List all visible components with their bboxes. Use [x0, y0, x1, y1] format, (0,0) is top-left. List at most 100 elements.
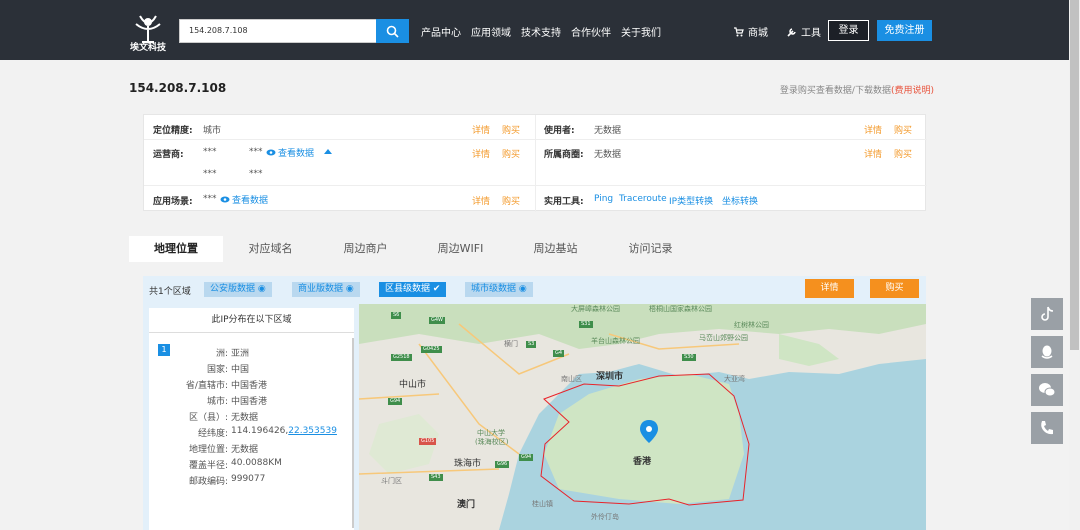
tab-bar: 地理位置 对应域名 周边商户 周边WIFI 周边基站 访问记录: [129, 236, 940, 262]
info-row-precision: [144, 115, 927, 140]
isp-detail-link[interactable]: 详情: [472, 147, 490, 160]
scrollbar-thumb[interactable]: [1070, 0, 1079, 350]
nav-item-applications[interactable]: 应用领域: [471, 24, 511, 39]
circle-detail-link[interactable]: 详情: [864, 147, 882, 160]
map-canvas[interactable]: [359, 304, 926, 530]
scene-view-data-label: 查看数据: [232, 196, 269, 206]
wechat-button[interactable]: [1031, 374, 1063, 406]
row-country: 国家: 中国: [149, 362, 354, 376]
tools-label: 工具: [801, 28, 821, 39]
fee-info-link[interactable]: (费用说明): [891, 86, 934, 96]
phone-button[interactable]: [1031, 412, 1063, 444]
precision-value: 城市: [203, 126, 222, 136]
qq-icon: [1041, 345, 1053, 359]
isp-value-2: ***: [249, 147, 263, 157]
tiktok-icon: [1041, 306, 1054, 321]
page-scrollbar[interactable]: [1069, 0, 1080, 530]
detail-button[interactable]: 详情: [805, 279, 854, 298]
user-detail-link[interactable]: 详情: [864, 123, 882, 136]
tab-nearby-wifi[interactable]: 周边WIFI: [413, 236, 508, 262]
country-value: 中国: [231, 365, 250, 375]
buy-button[interactable]: 购买: [870, 279, 919, 298]
user-value: 无数据: [594, 126, 622, 136]
tab-nearby-stations[interactable]: 周边基站: [508, 236, 603, 262]
map-label-hongkong: 香港: [633, 457, 652, 467]
location-map[interactable]: S6 G4W S31 S3 G0425 G4 G2518 S30 G94 G10…: [359, 304, 926, 530]
city-key: 城市:: [206, 397, 228, 407]
map-label-macau: 澳门: [457, 500, 476, 510]
filter-district-data[interactable]: 区县级数据 ✔: [379, 282, 447, 297]
filter-district-label: 区县级数据: [385, 284, 431, 294]
city-value: 中国香港: [231, 397, 268, 407]
wrench-icon: [787, 27, 796, 37]
tool-ip-convert-link[interactable]: IP类型转换: [669, 194, 713, 207]
tab-access-log[interactable]: 访问记录: [603, 236, 698, 262]
latitude-link[interactable]: 22.353539: [288, 426, 337, 436]
eye-icon: ◉: [518, 284, 527, 294]
isp-buy-link[interactable]: 购买: [502, 147, 520, 160]
nav-item-products[interactable]: 产品中心: [421, 24, 461, 39]
district-key: 区（县）:: [188, 413, 228, 423]
filter-city-data[interactable]: 城市级数据 ◉: [465, 282, 533, 297]
brand-name: 埃文科技: [129, 43, 166, 53]
filter-row: 共1个区域 公安版数据 ◉ 商业版数据 ◉ 区县级数据 ✔ 城市级数据 ◉ 详情…: [143, 276, 926, 304]
scene-value: ***: [203, 194, 217, 204]
tab-geo-location[interactable]: 地理位置: [129, 236, 223, 262]
eye-icon: ◉: [257, 284, 266, 294]
shop-label: 商城: [748, 28, 768, 39]
map-label-shenzhen: 深圳市: [596, 372, 624, 382]
tools-label: 实用工具:: [544, 197, 584, 207]
nav-item-partners[interactable]: 合作伙伴: [571, 24, 611, 39]
search-input[interactable]: 154.208.7.108: [179, 19, 377, 43]
scene-label: 应用场景:: [153, 197, 193, 207]
precision-detail-link[interactable]: 详情: [472, 123, 490, 136]
location-details: 此IP分布在以下区域 1 洲: 亚洲 国家: 中国 省/直辖市: 中国香港 城市: 中国…: [149, 308, 354, 530]
road-label: S3: [526, 341, 537, 348]
map-label-nanshan: 南山区: [561, 375, 582, 383]
top-navigation-bar: 埃文科技 154.208.7.108 产品中心 应用领域 技术支持 合作伙伴 关…: [0, 0, 1080, 60]
radius-key: 覆盖半径:: [188, 461, 228, 471]
scene-detail-link[interactable]: 详情: [472, 194, 490, 207]
continent-value: 亚洲: [231, 349, 250, 359]
map-label-maluanshan: 马峦山郊野公园: [699, 334, 748, 342]
shop-link[interactable]: 商城: [734, 24, 768, 39]
eye-icon: [266, 149, 276, 156]
register-button[interactable]: 免费注册: [877, 20, 932, 41]
purchase-note-text[interactable]: 登录购买查看数据/下载数据: [780, 86, 891, 96]
user-buy-link[interactable]: 购买: [894, 123, 912, 136]
tiktok-button[interactable]: [1031, 298, 1063, 330]
filter-police-data[interactable]: 公安版数据 ◉: [204, 282, 272, 297]
tool-traceroute-link[interactable]: Traceroute: [619, 194, 667, 204]
filter-business-data[interactable]: 商业版数据 ◉: [292, 282, 360, 297]
left-pane-scrollbar[interactable]: [352, 338, 354, 528]
tool-coord-convert-link[interactable]: 坐标转换: [722, 194, 758, 207]
tool-ping-link[interactable]: Ping: [594, 194, 613, 204]
search-button[interactable]: [376, 19, 409, 43]
user-label: 使用者:: [544, 126, 575, 136]
geo-position-value: 无数据: [231, 445, 259, 455]
isp-view-data-link[interactable]: 查看数据: [266, 146, 314, 159]
tab-domains[interactable]: 对应域名: [223, 236, 318, 262]
login-button[interactable]: 登录: [828, 20, 869, 41]
tab-nearby-merchants[interactable]: 周边商户: [318, 236, 413, 262]
location-title: 此IP分布在以下区域: [149, 308, 354, 333]
road-label: S6: [391, 312, 402, 319]
precision-buy-link[interactable]: 购买: [502, 123, 520, 136]
collapse-caret-icon[interactable]: [324, 149, 332, 154]
qq-button[interactable]: [1031, 336, 1063, 368]
nav-item-support[interactable]: 技术支持: [521, 24, 561, 39]
isp-label: 运营商:: [153, 150, 184, 160]
scene-view-data-link[interactable]: 查看数据: [220, 193, 268, 206]
scene-buy-link[interactable]: 购买: [502, 194, 520, 207]
road-label: S30: [682, 354, 696, 361]
circle-buy-link[interactable]: 购买: [894, 147, 912, 160]
coordinates-value: 114.196426,22.353539: [231, 426, 337, 436]
road-label: G96: [495, 461, 510, 468]
isp-value-1: ***: [203, 147, 217, 157]
road-label: G0425: [421, 346, 442, 353]
tools-link[interactable]: 工具: [787, 24, 821, 39]
filter-police-label: 公安版数据: [210, 284, 256, 294]
radius-value: 40.0088KM: [231, 458, 282, 468]
map-label-zhuhai: 珠海市: [454, 459, 482, 469]
nav-item-about[interactable]: 关于我们: [621, 24, 661, 39]
